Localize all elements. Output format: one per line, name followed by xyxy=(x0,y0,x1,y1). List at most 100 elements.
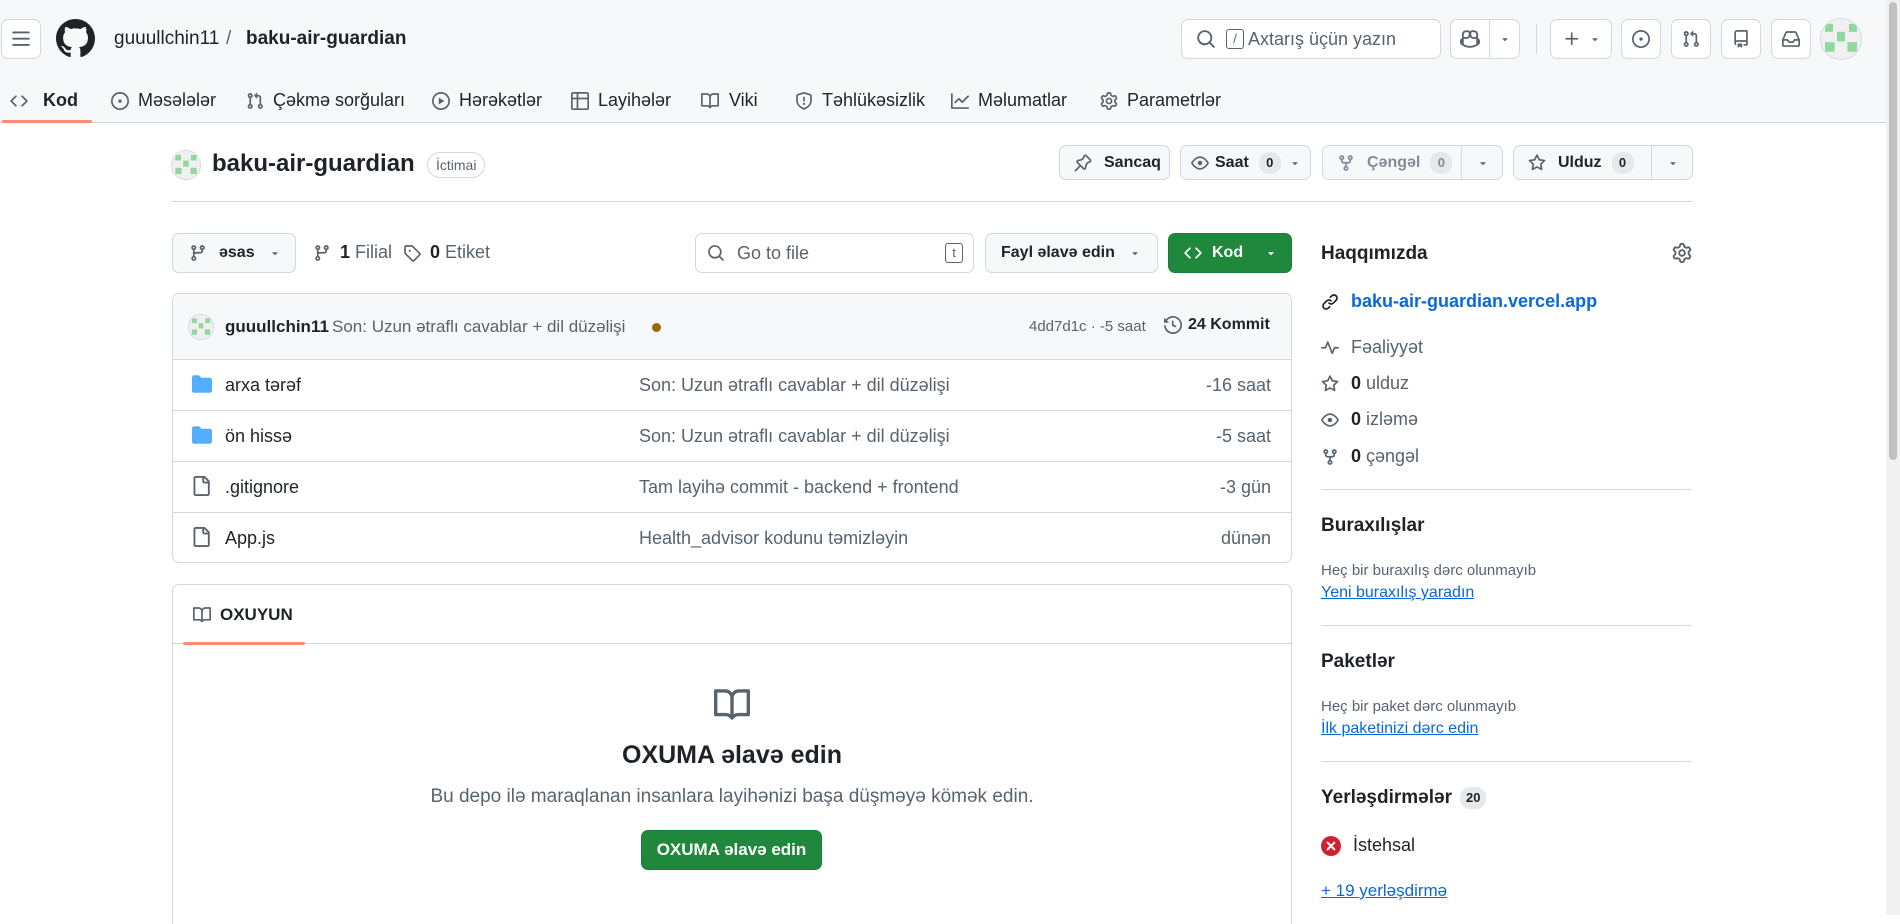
tag-count: 0 xyxy=(430,242,441,262)
code-dropdown-button[interactable]: Kod xyxy=(1168,233,1292,273)
breadcrumb-owner[interactable]: guuullchin11 xyxy=(114,28,219,50)
tab-label: Çəkmə sorğuları xyxy=(273,90,406,110)
branches-link[interactable]: 1 Filial xyxy=(313,242,392,263)
pin-button[interactable]: Sancaq xyxy=(1059,145,1170,180)
readme-empty-title: OXUMA əlavə edin xyxy=(622,741,842,769)
file-commit-message[interactable]: Son: Uzun ətraflı cavablar + dil düzəliş… xyxy=(639,426,950,447)
commit-count: 24 Kommit xyxy=(1188,316,1270,333)
file-row[interactable]: App.js Health_advisor kodunu təmizləyin … xyxy=(173,512,1291,562)
stars-link[interactable]: 0 ulduz xyxy=(1321,373,1409,394)
commit-hash[interactable]: 4dd7d1c · -5 saat xyxy=(1029,318,1146,335)
readme-panel: OXUYUN OXUMA əlavə edin Bu depo ilə mara… xyxy=(172,584,1292,924)
history-icon xyxy=(1164,316,1182,334)
file-icon xyxy=(193,476,210,496)
star-label: Ulduz xyxy=(1558,153,1602,171)
watchers-link[interactable]: 0 izləmə xyxy=(1321,409,1418,430)
fork-icon xyxy=(1339,154,1353,171)
commit-status-dot[interactable] xyxy=(652,323,661,332)
homepage-link[interactable]: baku-air-guardian.vercel.app xyxy=(1321,291,1597,312)
pulse-icon xyxy=(1321,340,1339,354)
readme-header: OXUYUN xyxy=(173,585,1291,645)
pin-label: Sancaq xyxy=(1104,153,1161,171)
file-time: dünən xyxy=(1220,528,1271,548)
more-deployments-link[interactable]: + 19 yerləşdirmə xyxy=(1321,881,1447,901)
add-readme-button[interactable]: OXUMA əlavə edin xyxy=(641,830,822,870)
inbox-button[interactable] xyxy=(1771,19,1811,59)
about-title: Haqqımızda xyxy=(1321,243,1428,264)
activity-link[interactable]: Fəaliyyət xyxy=(1321,337,1423,358)
create-new-button[interactable] xyxy=(1550,19,1612,59)
activity-label: Fəaliyyət xyxy=(1351,337,1424,357)
file-row[interactable]: arxa tərəf Son: Uzun ətraflı cavablar + … xyxy=(173,359,1291,410)
file-row[interactable]: ön hissə Son: Uzun ətraflı cavablar + di… xyxy=(173,410,1291,461)
add-file-button[interactable]: Fayl əlavə edin xyxy=(985,233,1158,273)
global-search[interactable]: / Axtarış üçün yazın xyxy=(1181,19,1441,59)
repo-title[interactable]: baku-air-guardian xyxy=(212,150,415,178)
fork-icon xyxy=(1323,448,1337,465)
inbox-icon xyxy=(1782,31,1800,47)
search-icon xyxy=(1197,30,1215,48)
watch-button[interactable]: Saat 0 xyxy=(1180,145,1311,180)
releases-title[interactable]: Buraxılışlar xyxy=(1321,515,1425,537)
hamburger-icon xyxy=(12,31,30,46)
goto-file-input[interactable]: Go to file t xyxy=(695,233,974,273)
gear-icon[interactable] xyxy=(1672,243,1692,263)
pull-requests-button[interactable] xyxy=(1671,19,1711,59)
user-avatar[interactable] xyxy=(1820,18,1862,60)
github-logo-icon[interactable] xyxy=(56,19,95,58)
fork-button[interactable]: Çəngəl 0 xyxy=(1322,145,1503,180)
tab-pull-requests[interactable]: Çəkmə sorğuları xyxy=(246,78,405,123)
file-name[interactable]: .gitignore xyxy=(225,477,299,498)
repositories-button[interactable] xyxy=(1721,19,1761,59)
identicon-icon xyxy=(172,151,200,179)
file-name[interactable]: ön hissə xyxy=(225,426,292,447)
menu-button[interactable] xyxy=(1,19,41,59)
commit-author-avatar[interactable] xyxy=(188,314,214,340)
tab-label: Məsələlər xyxy=(138,90,217,110)
divider xyxy=(1321,625,1691,626)
code-icon xyxy=(1184,247,1202,259)
table-icon xyxy=(571,91,589,110)
watchers-count: 0 xyxy=(1351,409,1362,429)
breadcrumb-repo[interactable]: baku-air-guardian xyxy=(246,28,406,50)
file-icon xyxy=(193,527,210,547)
copilot-button[interactable] xyxy=(1450,19,1520,59)
search-icon xyxy=(708,245,724,261)
goto-file-shortcut: t xyxy=(945,243,963,263)
copilot-icon xyxy=(1460,30,1480,48)
tab-security[interactable]: Təhlükəsizlik xyxy=(795,78,925,123)
commit-author[interactable]: guuullchin11 xyxy=(225,317,329,337)
tags-link[interactable]: 0 Etiket xyxy=(403,242,490,263)
tab-code[interactable]: Kod xyxy=(2,78,92,123)
readme-tab[interactable]: OXUYUN xyxy=(183,585,305,645)
forks-link[interactable]: 0 çəngəl xyxy=(1321,446,1419,467)
file-commit-message[interactable]: Son: Uzun ətraflı cavablar + dil düzəliş… xyxy=(639,375,950,396)
scrollbar-thumb[interactable] xyxy=(1889,2,1897,460)
deployments-header[interactable]: Yerləşdirmələr 20 xyxy=(1321,787,1487,809)
commit-message[interactable]: Son: Uzun ətraflı cavablar + dil düzəliş… xyxy=(332,317,625,337)
tab-insights[interactable]: Məlumatlar xyxy=(951,78,1067,123)
file-name[interactable]: arxa tərəf xyxy=(225,375,301,396)
tab-projects[interactable]: Layihələr xyxy=(571,78,671,123)
repo-owner-avatar[interactable] xyxy=(171,150,201,180)
file-row[interactable]: .gitignore Tam layihə commit - backend +… xyxy=(173,461,1291,512)
tab-wiki[interactable]: Viki xyxy=(700,78,758,123)
repo-icon xyxy=(1734,30,1748,48)
branch-selector[interactable]: əsas xyxy=(172,233,296,273)
publish-package-link[interactable]: İlk paketinizi dərc edin xyxy=(1321,720,1478,738)
file-name[interactable]: App.js xyxy=(225,528,275,549)
file-table: guuullchin11 Son: Uzun ətraflı cavablar … xyxy=(172,293,1292,563)
issues-button[interactable] xyxy=(1621,19,1661,59)
tab-issues[interactable]: Məsələlər xyxy=(111,78,216,123)
file-commit-message[interactable]: Health_advisor kodunu təmizləyin xyxy=(639,528,908,549)
file-commit-message[interactable]: Tam layihə commit - backend + frontend xyxy=(639,477,959,498)
create-release-link[interactable]: Yeni buraxılış yaradın xyxy=(1321,584,1474,602)
tab-settings[interactable]: Parametrlər xyxy=(1100,78,1221,123)
star-button[interactable]: Ulduz 0 xyxy=(1513,145,1693,180)
commits-link[interactable]: 24 Kommit xyxy=(1164,316,1270,334)
readme-empty-description: Bu depo ilə maraqlanan insanlara layihən… xyxy=(430,786,1034,807)
packages-title[interactable]: Paketlər xyxy=(1321,651,1395,673)
repo-header: guuullchin11 / baku-air-guardian / Axtar… xyxy=(0,0,1886,123)
deployment-production[interactable]: İstehsal xyxy=(1321,835,1415,856)
tab-actions[interactable]: Hərəkətlər xyxy=(432,78,542,123)
